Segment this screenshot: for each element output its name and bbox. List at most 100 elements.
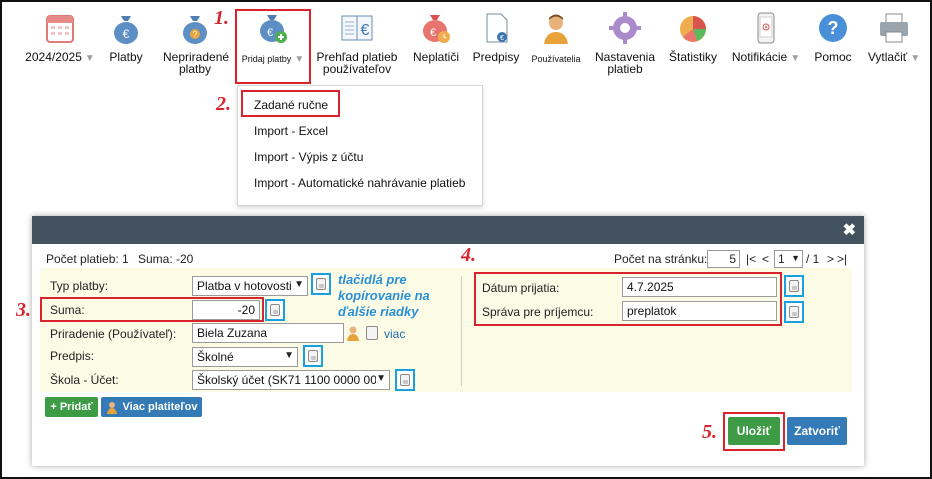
- step-5-marker: 5.: [702, 421, 717, 443]
- copy-icon[interactable]: [366, 326, 378, 340]
- caret-down-icon: ▼: [84, 53, 95, 64]
- svg-text:?: ?: [828, 18, 839, 38]
- money-bag-euro-icon: €: [108, 10, 144, 46]
- payment-count: Počet platieb: 1: [46, 252, 129, 266]
- more-payers-button[interactable]: Viac platiteľov: [101, 397, 202, 417]
- copy-datum-button[interactable]: [784, 275, 804, 297]
- menu-item-import-vypis[interactable]: Import - Výpis z účtu: [254, 150, 363, 164]
- toolbar-label-line2: platby: [178, 62, 212, 76]
- datum-label: Dátum prijatia:: [482, 281, 560, 295]
- money-bag-clock-icon: €: [418, 10, 454, 46]
- close-icon[interactable]: ✖: [843, 220, 856, 240]
- predpis-value: Školné: [197, 350, 234, 364]
- per-page-label: Počet na stránku:: [614, 252, 708, 266]
- toolbar-label: Predpisy: [472, 50, 520, 64]
- copy-icon: [789, 280, 799, 292]
- sprava-input[interactable]: preplatok: [622, 301, 777, 321]
- pie-chart-icon: [675, 10, 711, 46]
- pager-first[interactable]: |<: [746, 252, 756, 266]
- close-button[interactable]: Zatvoriť: [787, 417, 847, 445]
- pager-last[interactable]: >|: [837, 252, 847, 266]
- toolbar-label-line2: používateľov: [322, 62, 392, 76]
- help-icon: ?: [815, 10, 851, 46]
- chevron-down-icon: ▼: [294, 279, 304, 290]
- add-payment-button[interactable]: + Pridať: [45, 397, 98, 417]
- toolbar-label: Neplatiči: [412, 50, 460, 64]
- suma-label: Suma:: [50, 303, 85, 317]
- svg-text:€: €: [123, 27, 130, 41]
- per-page-input[interactable]: 5: [707, 250, 740, 268]
- page-select[interactable]: 1 ▼: [774, 250, 803, 268]
- form-divider: [461, 276, 462, 386]
- typ-platby-value: Platba v hotovosti: [197, 279, 292, 293]
- highlight-zadane-rucne: [241, 90, 340, 117]
- copy-icon: [270, 304, 280, 316]
- toolbar-notifikacie[interactable]: Notifikácie ▼: [728, 10, 804, 65]
- typ-platby-label: Typ platby:: [50, 279, 109, 293]
- suma-input[interactable]: -20: [192, 300, 260, 320]
- caret-down-icon: ▼: [910, 53, 921, 64]
- payment-sum: Suma: -20: [138, 252, 194, 266]
- copy-sprava-button[interactable]: [784, 301, 804, 323]
- highlight-pridaj-platby: [235, 9, 311, 84]
- pager-total: / 1: [806, 252, 820, 266]
- users-icon: [106, 401, 118, 414]
- toolbar-label: Štatistiky: [668, 50, 717, 64]
- toolbar-vytlacit[interactable]: Vytlačiť ▼: [862, 10, 926, 65]
- menu-item-import-excel[interactable]: Import - Excel: [254, 124, 328, 138]
- sprava-label: Správa pre príjemcu:: [482, 305, 594, 319]
- priradenie-input[interactable]: Biela Zuzana: [192, 323, 344, 343]
- predpis-select[interactable]: Školné ▼: [192, 347, 298, 367]
- copy-icon: [308, 350, 318, 362]
- step-3-marker: 3.: [16, 299, 31, 321]
- user-icon: [538, 10, 574, 46]
- skola-ucet-value: Školský účet (SK71 1100 0000 00: [197, 373, 377, 387]
- toolbar-prehlad[interactable]: € Prehľad platieb používateľov: [314, 10, 400, 75]
- caret-down-icon: ▼: [790, 53, 801, 64]
- toolbar-label: Vytlačiť: [867, 50, 908, 64]
- gear-icon: [607, 10, 643, 46]
- save-button[interactable]: Uložiť: [728, 417, 780, 445]
- money-bag-question-icon: ?: [177, 10, 213, 46]
- toolbar-label: 2024/2025: [25, 50, 82, 64]
- more-payers-label: Viac platiteľov: [122, 401, 198, 413]
- skola-ucet-select[interactable]: Školský účet (SK71 1100 0000 00 ▼: [192, 370, 390, 390]
- copy-suma-button[interactable]: [265, 299, 285, 321]
- pager-prev[interactable]: <: [762, 252, 769, 266]
- main-toolbar: 2024/2025 ▼ € Platby ? Nepriradené platby…: [0, 0, 932, 85]
- toolbar-label: Notifikácie: [731, 50, 788, 64]
- copy-typ-platby-button[interactable]: [311, 273, 331, 295]
- phone-notification-icon: [748, 10, 784, 46]
- copy-predpis-button[interactable]: [303, 345, 323, 367]
- toolbar-school-year[interactable]: 2024/2025 ▼: [20, 10, 100, 65]
- priradenie-more-link[interactable]: viac: [384, 327, 405, 341]
- user-picker-icon[interactable]: [346, 325, 360, 341]
- toolbar-neplatici[interactable]: € Neplatiči: [408, 10, 464, 63]
- toolbar-label: Používatelia: [531, 54, 581, 64]
- chevron-down-icon: ▼: [284, 350, 294, 361]
- toolbar-predpisy[interactable]: € Predpisy: [470, 10, 522, 63]
- toolbar-pouzivatelia[interactable]: Používatelia: [528, 10, 584, 65]
- datum-input[interactable]: 4.7.2025: [622, 277, 777, 297]
- toolbar-statistiky[interactable]: Štatistiky: [664, 10, 722, 63]
- toolbar-nastavenia[interactable]: Nastavenia platieb: [592, 10, 658, 75]
- page-select-value: 1: [778, 252, 785, 266]
- menu-item-import-automaticke[interactable]: Import - Automatické nahrávanie platieb: [254, 176, 465, 190]
- copy-buttons-hint: tlačidlá pre kopírovanie na ďalšie riadk…: [338, 272, 430, 319]
- step-1-marker: 1.: [214, 7, 229, 29]
- toolbar-pomoc[interactable]: ? Pomoc: [810, 10, 856, 63]
- svg-text:?: ?: [193, 30, 198, 39]
- toolbar-label: Platby: [109, 50, 143, 64]
- copy-icon: [400, 374, 410, 386]
- step-4-marker: 4.: [461, 244, 476, 266]
- pager-next[interactable]: >: [827, 252, 834, 266]
- predpis-label: Predpis:: [50, 349, 95, 363]
- priradenie-label: Priradenie (Používateľ):: [50, 327, 177, 341]
- printer-icon: [876, 10, 912, 46]
- typ-platby-select[interactable]: Platba v hotovosti ▼: [192, 276, 308, 296]
- toolbar-label: Pomoc: [814, 50, 852, 64]
- skola-ucet-label: Škola - Účet:: [50, 373, 119, 387]
- copy-skola-ucet-button[interactable]: [395, 369, 415, 391]
- toolbar-platby[interactable]: € Platby: [104, 10, 148, 63]
- svg-text:€: €: [361, 22, 370, 39]
